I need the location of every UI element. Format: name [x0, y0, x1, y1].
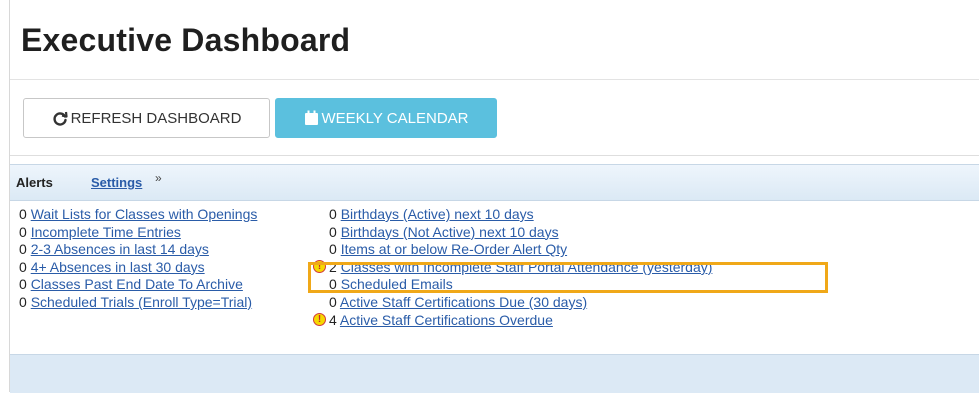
- alert-link[interactable]: Active Staff Certifications Overdue: [340, 312, 553, 328]
- alerts-header-bar: Alerts Settings »: [10, 164, 979, 201]
- alert-link[interactable]: 2-3 Absences in last 14 days: [31, 241, 209, 257]
- alerts-footer-bar: [10, 354, 979, 393]
- alert-item: 0 Active Staff Certifications Due (30 da…: [313, 294, 712, 312]
- section-divider: [10, 155, 979, 156]
- alert-item: 0 4+ Absences in last 30 days: [19, 259, 257, 277]
- refresh-icon: [53, 111, 68, 126]
- alert-count: 0: [329, 223, 337, 240]
- alert-item: 0 2-3 Absences in last 14 days: [19, 241, 257, 259]
- alert-count: 0: [329, 206, 337, 222]
- alert-item-flagged: ! 2 Classes with Incomplete Staff Portal …: [313, 259, 712, 277]
- title-divider: [10, 79, 979, 80]
- alert-link[interactable]: Classes Past End Date To Archive: [31, 276, 243, 292]
- alert-count: 0: [329, 241, 337, 258]
- alert-count: 0: [19, 293, 27, 310]
- alert-link[interactable]: Birthdays (Not Active) next 10 days: [341, 224, 559, 240]
- alert-link[interactable]: Incomplete Time Entries: [31, 224, 181, 240]
- alert-count: 0: [19, 276, 27, 293]
- warning-icon: !: [313, 259, 326, 273]
- alert-item: 0 Scheduled Emails: [313, 276, 712, 294]
- alert-item: 0 Scheduled Trials (Enroll Type=Trial): [19, 294, 257, 312]
- alert-link[interactable]: Wait Lists for Classes with Openings: [31, 206, 258, 222]
- alerts-left-column: 0 Wait Lists for Classes with Openings 0…: [19, 206, 257, 312]
- alert-count: 0: [19, 241, 27, 258]
- alert-item: 0 Wait Lists for Classes with Openings: [19, 206, 257, 224]
- alert-item: 0 Birthdays (Active) next 10 days: [313, 206, 712, 224]
- refresh-dashboard-button[interactable]: REFRESH DASHBOARD: [23, 98, 270, 138]
- alert-count: 0: [329, 276, 337, 293]
- alert-item: 0 Items at or below Re-Order Alert Qty: [313, 241, 712, 259]
- alert-link[interactable]: Birthdays (Active) next 10 days: [341, 206, 534, 222]
- refresh-dashboard-label: REFRESH DASHBOARD: [70, 109, 242, 127]
- page-title: Executive Dashboard: [21, 22, 351, 58]
- alerts-settings-link[interactable]: Settings: [91, 175, 142, 190]
- alert-count: 0: [19, 206, 27, 222]
- double-chevron-down-icon[interactable]: »: [155, 171, 162, 185]
- alert-count: 0: [329, 293, 337, 310]
- weekly-calendar-label: WEEKLY CALENDAR: [321, 109, 469, 127]
- alert-item-flagged: ! 4 Active Staff Certifications Overdue: [313, 312, 712, 330]
- alert-link[interactable]: Scheduled Trials (Enroll Type=Trial): [31, 294, 252, 310]
- alert-item: 0 Classes Past End Date To Archive: [19, 276, 257, 294]
- alert-count: 2: [329, 258, 337, 275]
- alert-link[interactable]: Scheduled Emails: [341, 276, 453, 292]
- warning-icon: !: [313, 312, 326, 326]
- calendar-icon: [304, 110, 318, 125]
- alert-link[interactable]: Classes with Incomplete Staff Portal Att…: [341, 259, 713, 275]
- alerts-label: Alerts: [16, 175, 53, 190]
- weekly-calendar-button[interactable]: WEEKLY CALENDAR: [275, 98, 497, 138]
- alert-item: 0 Birthdays (Not Active) next 10 days: [313, 224, 712, 242]
- alert-link[interactable]: Active Staff Certifications Due (30 days…: [340, 294, 587, 310]
- alerts-right-column: 0 Birthdays (Active) next 10 days 0 Birt…: [313, 206, 712, 329]
- dashboard-panel: Executive Dashboard REFRESH DASHBOARD WE…: [9, 0, 979, 393]
- alert-link[interactable]: 4+ Absences in last 30 days: [31, 259, 205, 275]
- alert-count: 4: [329, 311, 337, 328]
- alert-link[interactable]: Items at or below Re-Order Alert Qty: [341, 241, 567, 257]
- alert-count: 0: [19, 223, 27, 240]
- alert-item: 0 Incomplete Time Entries: [19, 224, 257, 242]
- alert-count: 0: [19, 258, 27, 275]
